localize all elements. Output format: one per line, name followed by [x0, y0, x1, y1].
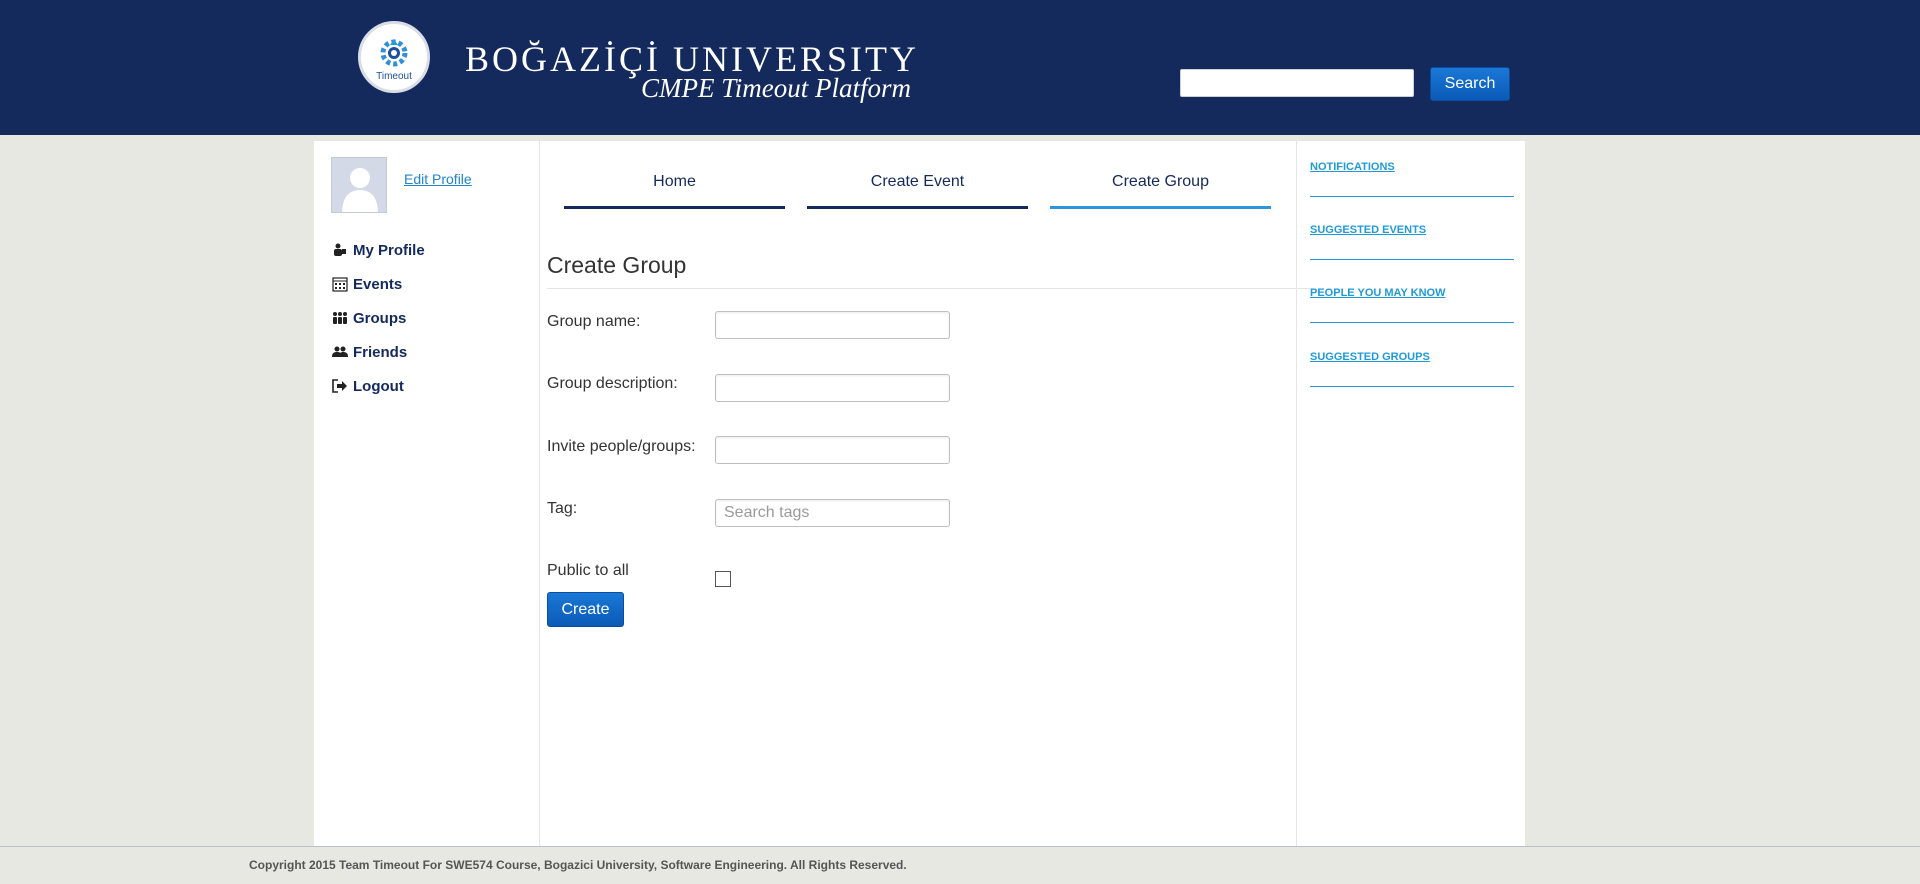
tag-label: Tag: [547, 500, 578, 517]
suggested-groups-link[interactable]: SUGGESTED GROUPS [1310, 351, 1514, 387]
main-content: Home Create Event Create Group Create Gr… [540, 141, 1311, 846]
sidebar-item-label: My Profile [353, 241, 425, 259]
copyright-text: Copyright 2015 Team Timeout For SWE574 C… [249, 858, 907, 872]
sidebar-item-label: Groups [353, 309, 407, 327]
search-input[interactable] [1180, 69, 1414, 97]
notifications-link[interactable]: NOTIFICATIONS [1310, 161, 1514, 197]
timeout-logo[interactable]: Timeout [358, 21, 430, 93]
group-description-field[interactable] [715, 374, 950, 402]
tab-label: Create Event [870, 173, 965, 190]
tag-search-input[interactable] [715, 499, 950, 527]
create-button[interactable]: Create [547, 592, 624, 627]
tab-label: Home [653, 173, 696, 190]
logo-word: Timeout [376, 70, 412, 82]
group-description-label: Group description: [547, 375, 678, 392]
calendar-icon [331, 275, 349, 293]
avatar[interactable] [331, 157, 387, 213]
divider [547, 288, 1311, 289]
public-label: Public to all [547, 562, 629, 579]
people-you-may-know-link[interactable]: PEOPLE YOU MAY KNOW [1310, 287, 1514, 323]
page-title: Create Group [547, 252, 687, 278]
tab-home[interactable]: Home [564, 169, 785, 209]
tab-create-event[interactable]: Create Event [807, 169, 1028, 209]
sidebar-item-friends[interactable]: Friends [331, 335, 425, 369]
group-name-field[interactable] [715, 311, 950, 339]
logo-gear-icon [380, 38, 408, 66]
search-button[interactable]: Search [1430, 67, 1510, 101]
tab-label: Create Group [1112, 173, 1209, 190]
friends-icon [331, 343, 349, 361]
tab-create-group[interactable]: Create Group [1050, 169, 1271, 209]
invite-label: Invite people/groups: [547, 438, 696, 455]
invite-field[interactable] [715, 436, 950, 464]
left-sidebar: Edit Profile My Profile Events Groups Fr… [314, 141, 540, 846]
platform-name: CMPE Timeout Platform [641, 73, 911, 103]
right-sidebar: NOTIFICATIONS SUGGESTED EVENTS PEOPLE YO… [1296, 141, 1525, 846]
tab-underline [807, 206, 1028, 209]
suggested-events-link[interactable]: SUGGESTED EVENTS [1310, 224, 1514, 260]
avatar-silhouette-icon [332, 158, 386, 212]
logout-icon [331, 377, 349, 395]
site-footer: Copyright 2015 Team Timeout For SWE574 C… [0, 846, 1920, 884]
edit-profile-link[interactable]: Edit Profile [404, 171, 472, 187]
site-header: Timeout BOĞAZİÇİ UNIVERSITY CMPE Timeout… [0, 0, 1920, 135]
sidebar-item-my-profile[interactable]: My Profile [331, 233, 425, 267]
sidebar-item-label: Logout [353, 377, 404, 395]
group-name-label: Group name: [547, 313, 641, 330]
tab-underline [564, 206, 785, 209]
sidebar-item-label: Events [353, 275, 403, 293]
sidebar-item-label: Friends [353, 343, 408, 361]
sidebar-item-groups[interactable]: Groups [331, 301, 425, 335]
main-container: Edit Profile My Profile Events Groups Fr… [314, 141, 1525, 846]
user-icon [331, 241, 349, 259]
sidebar-menu: My Profile Events Groups Friends Logout [331, 233, 425, 403]
sidebar-item-logout[interactable]: Logout [331, 369, 425, 403]
public-checkbox[interactable] [715, 571, 731, 587]
groups-icon [331, 309, 349, 327]
sidebar-item-events[interactable]: Events [331, 267, 425, 301]
tab-underline [1050, 206, 1271, 209]
